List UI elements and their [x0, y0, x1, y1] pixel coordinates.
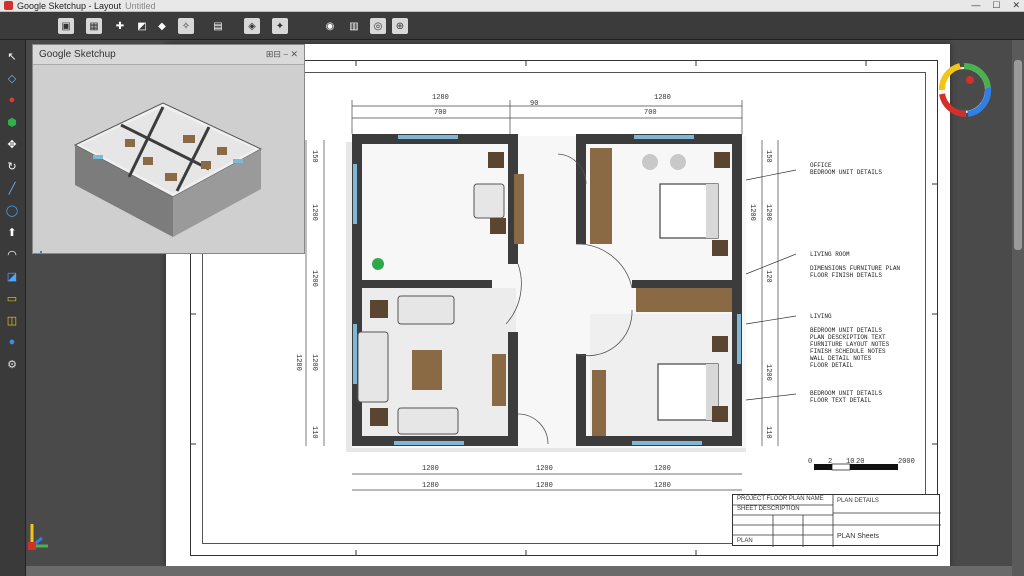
dim-bottom-inner-3: 1200 — [654, 465, 671, 473]
open-file-icon[interactable]: ▣ — [58, 18, 74, 34]
dim-top-small: 90 — [530, 100, 539, 108]
dim-right-2: 1200 — [748, 204, 756, 221]
note-2: LIVING ROOM DIMENSIONS FURNITURE PLAN FL… — [810, 244, 900, 286]
scale-label-1: 2 — [828, 458, 833, 466]
eraser-tool-icon[interactable]: ◇ — [4, 70, 20, 86]
note-1-title: OFFICE — [810, 162, 832, 169]
title-block[interactable]: PROJECT FLOOR PLAN NAME SHEET DESCRIPTIO… — [732, 494, 941, 547]
arc-tool-icon[interactable]: ◠ — [4, 246, 20, 262]
chart-icon[interactable]: ◩ — [134, 18, 150, 34]
window-controls: — ☐ ✕ — [971, 0, 1020, 12]
dim-left-7: 110 — [310, 426, 318, 439]
viewport-thumbnail-panel[interactable]: Google Sketchup ⊞⊟ ⎯ ✕ — [32, 44, 305, 264]
dim-top-inner-1: 700 — [434, 109, 447, 117]
materials-icon[interactable]: ◉ — [322, 18, 338, 34]
app-logo-icon — [4, 1, 13, 10]
dim-top-outer-2: 1280 — [654, 94, 671, 102]
arrow-tool-icon[interactable]: ✚ — [112, 18, 128, 34]
title-block-right-label: PLAN DETAILS — [837, 498, 879, 504]
globe-icon[interactable]: ● — [4, 334, 20, 350]
import-image-icon[interactable]: ▦ — [86, 18, 102, 34]
title-block-row-5: PLAN — [737, 538, 753, 544]
dim-right-3: 1200 — [764, 204, 772, 221]
dim-bottom-inner-2: 1200 — [536, 465, 553, 473]
scale-label-3: 20 — [856, 458, 865, 466]
tape-measure-icon[interactable]: ◫ — [4, 312, 20, 328]
scale-label-2: 10 — [846, 458, 855, 466]
close-button[interactable]: ✕ — [1012, 0, 1020, 12]
title-block-sheet-label: PLAN Sheets — [837, 533, 880, 540]
note-3-body: BEDROOM UNIT DETAILS PLAN DESCRIPTION TE… — [810, 327, 890, 369]
dim-right-5: 1200 — [764, 364, 772, 381]
dim-left-5: 1200 — [310, 354, 318, 371]
window-subtitle: Untitled — [125, 0, 156, 11]
scale-label-0: 0 — [808, 458, 813, 466]
maximize-button[interactable]: ☐ — [992, 0, 1000, 12]
dim-left-6: 1200 — [310, 270, 318, 287]
title-block-row-1: PROJECT FLOOR PLAN NAME — [737, 496, 824, 502]
tool-palette: ↖ ◇ ● ⬢ ✥ ↻ ╱ ◯ ⬆ ◠ ◪ ▭ ◫ ● ⚙ — [0, 40, 26, 576]
thumbnail-title: Google Sketchup — [39, 49, 116, 60]
sections-icon[interactable]: ▥ — [346, 18, 362, 34]
note-2-title: LIVING ROOM — [810, 251, 850, 258]
minimize-button[interactable]: — — [971, 0, 980, 12]
note-4-body: FLOOR TEXT DETAIL — [810, 397, 872, 404]
orbit-navigation-icon[interactable] — [930, 58, 996, 122]
layers-icon[interactable]: ▤ — [210, 18, 226, 34]
dim-right-4: 120 — [764, 270, 772, 283]
push-pull-icon[interactable]: ⬢ — [4, 114, 20, 130]
dim-left-4: 1280 — [294, 354, 302, 371]
target-icon[interactable]: ⊕ — [392, 18, 408, 34]
note-1-body: BEDROOM UNIT DETAILS — [810, 169, 883, 176]
move-tool-icon[interactable]: ✥ — [4, 136, 20, 152]
note-3-title: LIVING — [810, 313, 832, 320]
window-title: Google Sketchup - Layout — [17, 0, 122, 11]
note-4: BEDROOM UNIT DETAILS FLOOR TEXT DETAIL — [810, 390, 882, 404]
dim-top-inner-2: 700 — [644, 109, 657, 117]
scale-label-4: 2000 — [898, 458, 915, 466]
thumbnail-header: Google Sketchup ⊞⊟ ⎯ ✕ — [33, 45, 304, 65]
shapes-icon[interactable]: ◆ — [154, 18, 170, 34]
folder-icon[interactable]: ▭ — [4, 290, 20, 306]
circle-tool-icon[interactable]: ◯ — [4, 202, 20, 218]
title-bar: Google Sketchup - Layout Untitled — ☐ ✕ — [0, 0, 1024, 12]
thumbnail-controls[interactable]: ⊞⊟ ⎯ ✕ — [266, 49, 298, 60]
up-arrow-icon[interactable]: ⬆ — [4, 224, 20, 240]
dim-left-1: 150 — [310, 150, 318, 163]
bottom-status-strip — [26, 566, 1012, 576]
app-window: Google Sketchup - Layout Untitled — ☐ ✕ … — [0, 0, 1024, 576]
dim-bottom-outer-2: 1280 — [536, 482, 553, 490]
components-icon[interactable]: ◈ — [244, 18, 260, 34]
axis-widget-icon — [28, 524, 48, 550]
paint-bucket-icon[interactable]: ● — [4, 92, 20, 108]
vertical-scrollbar[interactable] — [1012, 40, 1024, 576]
styles-icon[interactable]: ✦ — [272, 18, 288, 34]
note-3: LIVING BEDROOM UNIT DETAILS PLAN DESCRIP… — [810, 306, 889, 376]
main-toolbar: ▣ ▦ ✚ ◩ ◆ ✧ ▤ ◈ ✦ ◉ ▥ ◎ ⊕ — [0, 12, 1024, 40]
note-4-title: BEDROOM UNIT DETAILS — [810, 390, 883, 397]
dim-bottom-outer-3: 1280 — [654, 482, 671, 490]
rotate-tool-icon[interactable]: ↻ — [4, 158, 20, 174]
line-tool-icon[interactable]: ╱ — [4, 180, 20, 196]
note-1: OFFICE BEDROOM UNIT DETAILS — [810, 162, 882, 176]
dim-right-1: 150 — [764, 150, 772, 163]
3d-model-view[interactable] — [33, 65, 304, 264]
title-block-row-2: SHEET DESCRIPTION — [737, 506, 800, 512]
scenes-icon[interactable]: ◎ — [370, 18, 386, 34]
note-2-body: DIMENSIONS FURNITURE PLAN FLOOR FINISH D… — [810, 265, 901, 279]
transform-icon[interactable]: ✧ — [178, 18, 194, 34]
dim-top-outer-1: 1280 — [432, 94, 449, 102]
dim-left-3: 1200 — [310, 204, 318, 221]
settings-icon[interactable]: ⚙ — [4, 356, 20, 372]
scale-tool-icon[interactable]: ◪ — [4, 268, 20, 284]
scrollbar-thumb[interactable] — [1014, 60, 1022, 250]
dim-right-6: 110 — [764, 426, 772, 439]
dim-bottom-inner-1: 1200 — [422, 465, 439, 473]
dim-bottom-outer-1: 1280 — [422, 482, 439, 490]
select-tool-icon[interactable]: ↖ — [4, 48, 20, 64]
